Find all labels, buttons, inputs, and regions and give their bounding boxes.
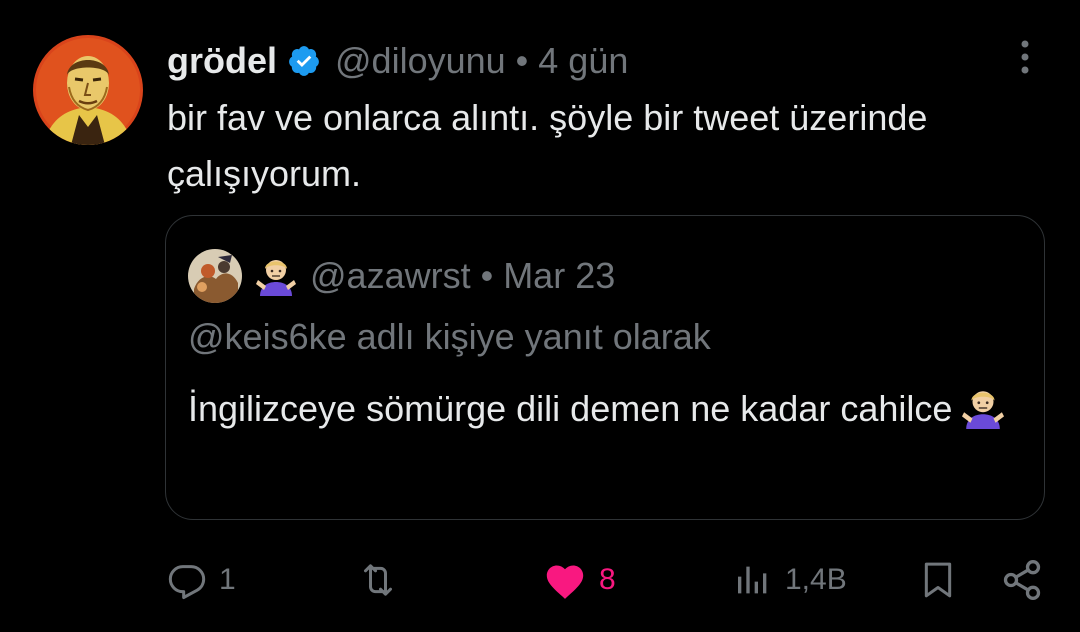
verified-badge-icon xyxy=(287,44,321,78)
quoted-author-avatar[interactable] xyxy=(188,249,242,303)
share-icon xyxy=(1000,558,1044,602)
reply-icon xyxy=(167,560,207,600)
quoted-tweet-header: @azawrst • Mar 23 xyxy=(188,248,615,304)
retweet-icon xyxy=(355,560,401,600)
quoted-author-handle[interactable]: @azawrst xyxy=(310,255,471,297)
tweet-timestamp[interactable]: 4 gün xyxy=(538,40,628,82)
share-button[interactable] xyxy=(1000,556,1044,604)
views-button[interactable]: 1,4B xyxy=(733,556,847,604)
views-chart-icon xyxy=(733,560,773,600)
header-separator: • xyxy=(515,40,529,81)
quoted-tweet[interactable]: @azawrst • Mar 23 @keis6ke adlı kişiye y… xyxy=(165,215,1045,520)
quoted-header-separator: • xyxy=(480,255,494,296)
quoted-tweet-text-content: İngilizceye sömürge dili demen ne kadar … xyxy=(188,388,953,429)
heart-icon xyxy=(543,560,587,600)
person-shrugging-emoji xyxy=(256,256,296,296)
reply-context[interactable]: @keis6ke adlı kişiye yanıt olarak xyxy=(188,316,711,358)
tweet-header: grödel @diloyunu • 4 gün xyxy=(167,38,628,84)
author-avatar[interactable] xyxy=(33,35,143,145)
bookmark-button[interactable] xyxy=(918,556,958,604)
quoted-tweet-text: İngilizceye sömürge dili demen ne kadar … xyxy=(188,381,1008,437)
views-count: 1,4B xyxy=(785,563,847,596)
reply-button[interactable]: 1 xyxy=(167,556,236,604)
reply-count: 1 xyxy=(219,563,236,596)
quoted-tweet-timestamp[interactable]: Mar 23 xyxy=(503,255,615,297)
tweet-text: bir fav ve onlarca alıntı. şöyle bir twe… xyxy=(167,97,928,194)
like-count: 8 xyxy=(599,563,616,596)
person-shrugging-emoji xyxy=(962,387,1005,429)
tweet[interactable]: grödel @diloyunu • 4 gün bir fav ve onla… xyxy=(0,0,1080,632)
author-display-name[interactable]: grödel xyxy=(167,40,277,82)
bookmark-icon xyxy=(918,560,958,600)
like-button[interactable]: 8 xyxy=(543,556,616,604)
more-vertical-icon[interactable] xyxy=(1008,36,1042,80)
author-handle[interactable]: @diloyunu xyxy=(335,40,506,82)
retweet-button[interactable] xyxy=(355,556,413,604)
